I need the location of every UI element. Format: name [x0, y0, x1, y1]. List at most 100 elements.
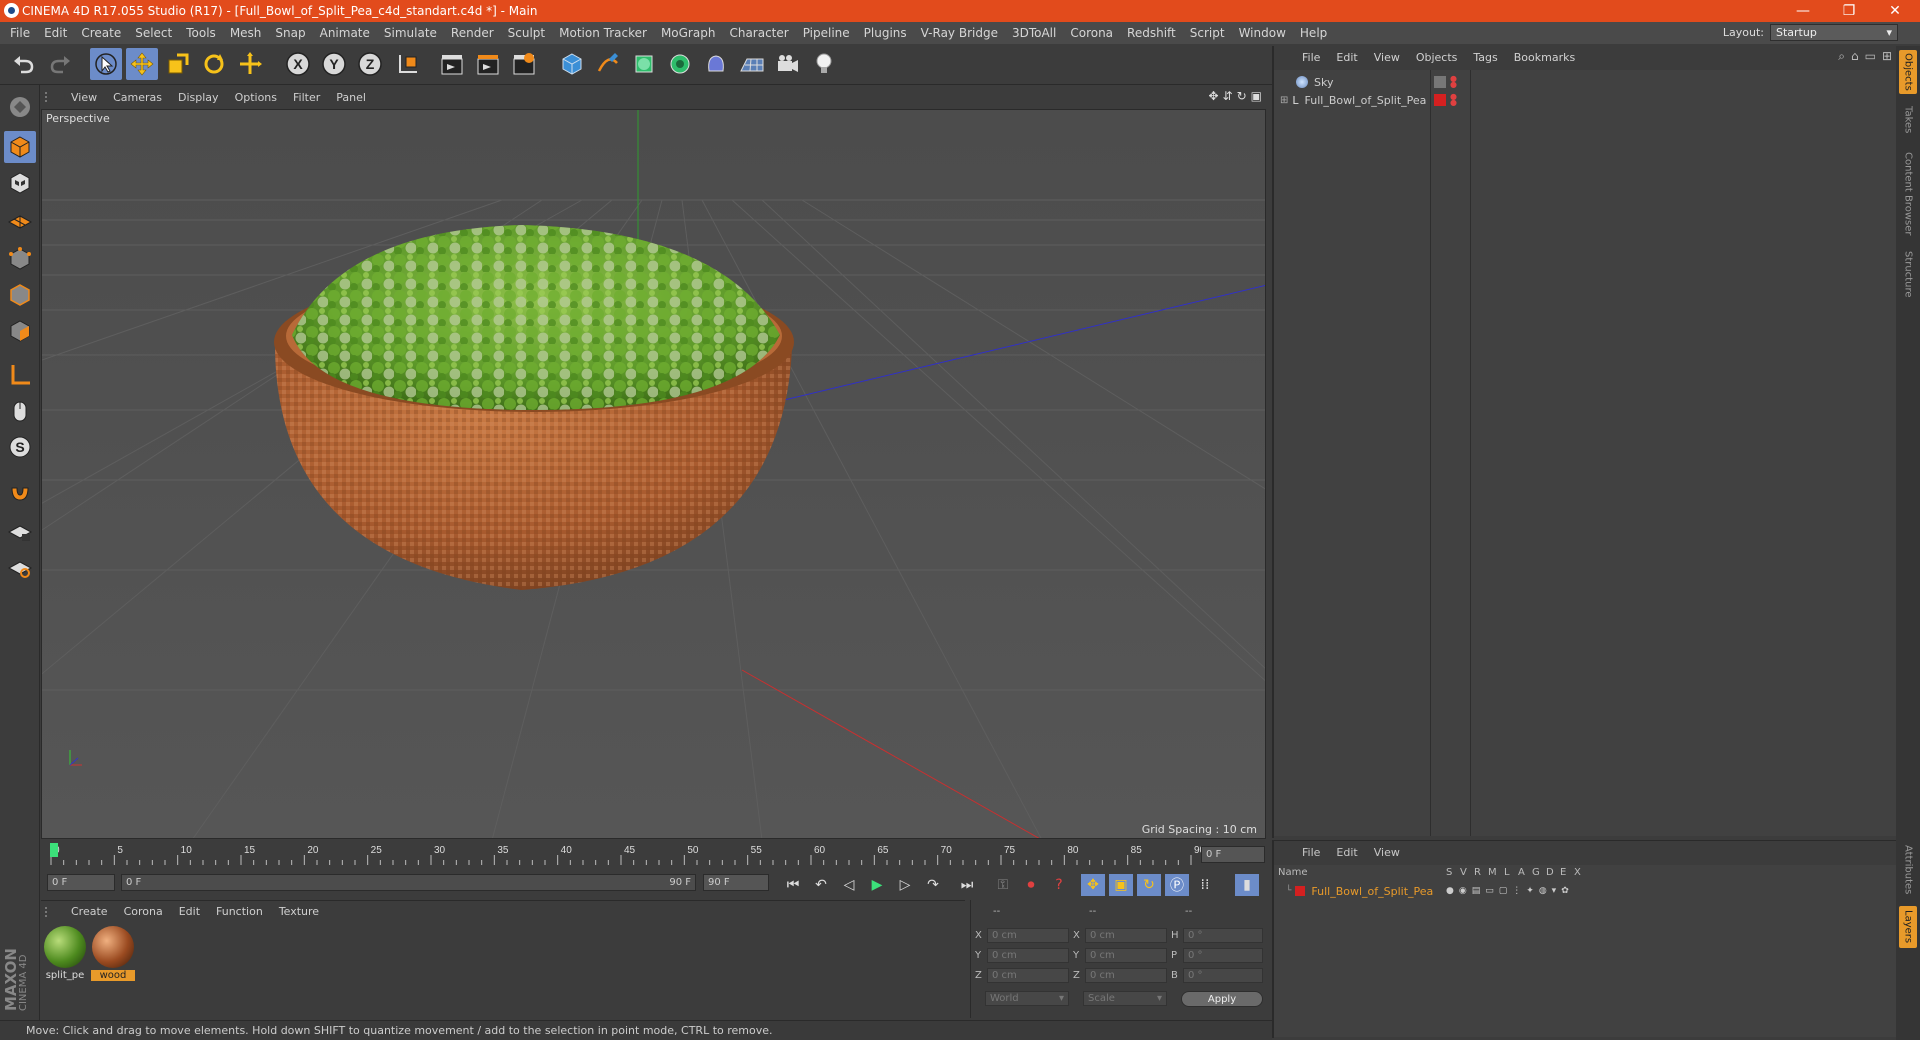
objects-menu-view[interactable]: View — [1366, 51, 1408, 64]
maximize-view-icon[interactable]: ▣ — [1251, 89, 1262, 103]
close-button[interactable]: ✕ — [1872, 0, 1918, 22]
lock-icon[interactable]: ▢ — [1499, 886, 1508, 896]
layers-menu-view[interactable]: View — [1366, 846, 1408, 859]
coordinate-system-button[interactable] — [392, 48, 424, 80]
layer-col-xref[interactable]: X — [1574, 867, 1581, 878]
layout-dropdown[interactable]: Startup ▾ — [1770, 24, 1898, 41]
menu-render[interactable]: Render — [444, 26, 501, 40]
menu-sculpt[interactable]: Sculpt — [501, 26, 552, 40]
point-level-key-button[interactable]: ⁞⁞ — [1193, 874, 1217, 896]
home-icon[interactable]: ⌂ — [1851, 49, 1859, 64]
objects-menu-edit[interactable]: Edit — [1328, 51, 1365, 64]
add-light-button[interactable] — [808, 48, 840, 80]
menu-character[interactable]: Character — [722, 26, 795, 40]
live-selection-button[interactable] — [90, 48, 122, 80]
minimize-button[interactable]: — — [1780, 0, 1826, 22]
expand-icon[interactable]: ⊞ — [1280, 95, 1288, 106]
parameter-key-button[interactable]: Ⓟ — [1165, 874, 1189, 896]
planar-workplane-button[interactable] — [4, 551, 36, 583]
end-frame-field[interactable]: 90 F — [703, 874, 769, 891]
layer-color-swatch[interactable] — [1434, 94, 1446, 106]
menu-motion-tracker[interactable]: Motion Tracker — [552, 26, 654, 40]
keyframe-selection-button[interactable]: ? — [1047, 874, 1071, 896]
make-editable-button[interactable] — [4, 91, 36, 123]
go-to-end-button[interactable]: ⏭ — [955, 874, 979, 896]
render-settings-button[interactable] — [508, 48, 540, 80]
redo-button[interactable] — [44, 48, 76, 80]
locked-workplane-button[interactable] — [4, 515, 36, 547]
menu-create[interactable]: Create — [74, 26, 128, 40]
viewport-menu-panel[interactable]: Panel — [328, 91, 374, 104]
minimize-panel-icon[interactable]: ▭ — [1865, 49, 1876, 64]
workplane-mode-button[interactable] — [4, 203, 36, 235]
material-menu-create[interactable]: Create — [63, 905, 116, 918]
play-button[interactable]: ▶ — [865, 874, 889, 896]
record-active-objects-button[interactable]: ⚿ — [991, 874, 1015, 896]
menu-tools[interactable]: Tools — [179, 26, 223, 40]
material-menu-texture[interactable]: Texture — [271, 905, 327, 918]
rotation-key-button[interactable]: ↻ — [1137, 874, 1161, 896]
layer-col-manager[interactable]: M — [1488, 867, 1497, 878]
objects-menu-objects[interactable]: Objects — [1408, 51, 1466, 64]
solo-icon[interactable]: ● — [1446, 886, 1454, 896]
coordinate-space-dropdown[interactable]: World ▾ — [985, 991, 1069, 1006]
position-y-field[interactable]: 0 cm — [987, 948, 1069, 963]
viewport-menu-cameras[interactable]: Cameras — [105, 91, 170, 104]
material-menu-corona[interactable]: Corona — [116, 905, 171, 918]
material-menu-edit[interactable]: Edit — [171, 905, 208, 918]
position-x-field[interactable]: 0 cm — [987, 928, 1069, 943]
menu-pipeline[interactable]: Pipeline — [796, 26, 857, 40]
viewport-menu-filter[interactable]: Filter — [285, 91, 328, 104]
model-mode-button[interactable] — [4, 131, 36, 163]
edges-mode-button[interactable] — [4, 279, 36, 311]
generator-icon[interactable]: ✦ — [1526, 886, 1534, 896]
rotation-b-field[interactable]: 0 ° — [1183, 968, 1263, 983]
add-spline-pen-button[interactable] — [592, 48, 624, 80]
tab-takes[interactable]: Takes — [1899, 100, 1917, 140]
layer-col-animation[interactable]: A — [1518, 867, 1525, 878]
autokeying-button[interactable]: ⏺ — [1019, 874, 1043, 896]
objects-menu-bookmarks[interactable]: Bookmarks — [1506, 51, 1583, 64]
menu-script[interactable]: Script — [1183, 26, 1232, 40]
viewport-menu-view[interactable]: View — [63, 91, 105, 104]
apply-button[interactable]: Apply — [1181, 991, 1263, 1007]
transform-tool-button[interactable] — [234, 48, 266, 80]
position-key-button[interactable]: ✥ — [1081, 874, 1105, 896]
menu-3dtoall[interactable]: 3DToAll — [1005, 26, 1063, 40]
render-to-picture-viewer-button[interactable] — [472, 48, 504, 80]
menu-snap[interactable]: Snap — [268, 26, 312, 40]
deformer-icon[interactable]: ◍ — [1539, 886, 1547, 896]
move-view-icon[interactable]: ✥ — [1208, 89, 1218, 103]
layers-menu-file[interactable]: File — [1294, 846, 1328, 859]
manager-icon[interactable]: ▭ — [1485, 886, 1494, 896]
timeline-window-button[interactable]: ▮ — [1235, 874, 1259, 896]
menu-mesh[interactable]: Mesh — [223, 26, 269, 40]
y-axis-lock-button[interactable]: Y — [318, 48, 350, 80]
polygons-mode-button[interactable] — [4, 315, 36, 347]
menu-simulate[interactable]: Simulate — [377, 26, 444, 40]
layers-menu-edit[interactable]: Edit — [1328, 846, 1365, 859]
add-cloner-button[interactable] — [664, 48, 696, 80]
x-axis-lock-button[interactable]: X — [282, 48, 314, 80]
magnet-tool-button[interactable] — [4, 475, 36, 507]
animation-icon[interactable]: ⋮ — [1512, 886, 1521, 896]
render-dots-icon[interactable]: ● ● — [1450, 75, 1457, 89]
restore-button[interactable]: ❐ — [1826, 0, 1872, 22]
object-row-full-bowl-of-split-pea[interactable]: ⊞ L Full_Bowl_of_Split_Pea ● ● — [1274, 91, 1898, 109]
add-camera-button[interactable] — [772, 48, 804, 80]
viewport-menu-display[interactable]: Display — [170, 91, 227, 104]
visibility-toggle[interactable] — [1434, 76, 1446, 88]
layer-color-swatch[interactable] — [1295, 886, 1306, 896]
render-icon[interactable]: ▤ — [1472, 886, 1481, 896]
previous-frame-button[interactable]: ◁ — [837, 874, 861, 896]
tweak-mode-button[interactable] — [4, 395, 36, 427]
size-mode-dropdown[interactable]: Scale ▾ — [1083, 991, 1167, 1006]
objects-menu-tags[interactable]: Tags — [1465, 51, 1505, 64]
next-frame-button[interactable]: ▷ — [893, 874, 917, 896]
objects-menu-file[interactable]: File — [1294, 51, 1328, 64]
layer-col-solo[interactable]: S — [1446, 867, 1452, 878]
rotate-tool-button[interactable] — [198, 48, 230, 80]
move-tool-button[interactable] — [126, 48, 158, 80]
add-cube-button[interactable] — [556, 48, 588, 80]
timeline-ruler[interactable]: 051015202530354045505560657075808590 0 F — [41, 841, 1266, 871]
